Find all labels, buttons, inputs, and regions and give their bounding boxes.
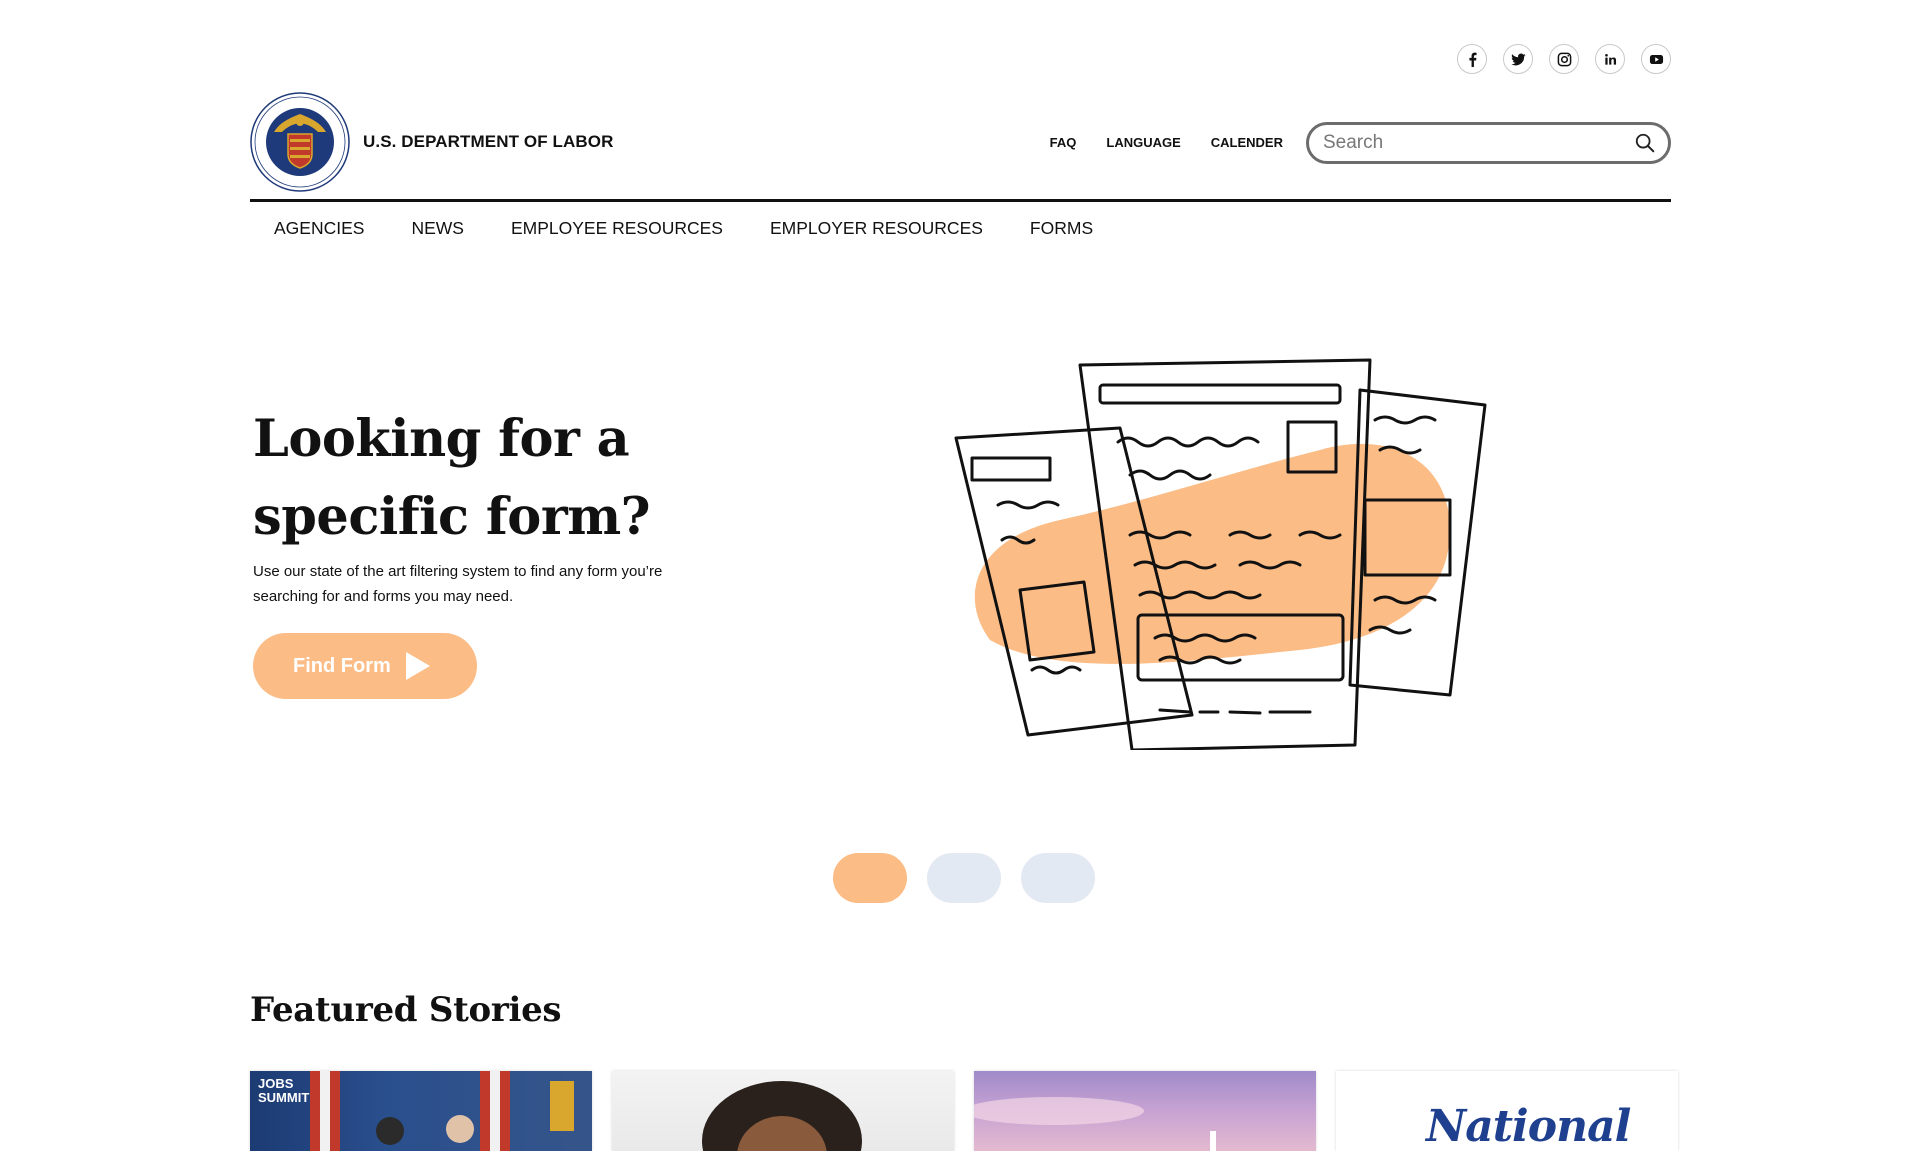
language-link[interactable]: LANGUAGE [1106, 135, 1180, 150]
national-logo: National [1426, 1101, 1631, 1151]
utility-links: FAQ LANGUAGE CALENDER [1050, 135, 1283, 150]
find-form-button[interactable]: Find Form [253, 633, 477, 699]
find-form-label: Find Form [293, 654, 391, 677]
nav-agencies[interactable]: AGENCIES [274, 218, 364, 239]
carousel-dot-1[interactable] [833, 853, 907, 903]
play-arrow-icon [405, 652, 430, 680]
portrait-photo [702, 1081, 862, 1151]
story-card-portrait[interactable] [612, 1071, 954, 1151]
nav-forms[interactable]: FORMS [1030, 218, 1093, 239]
story-card-sunset[interactable] [974, 1071, 1316, 1151]
site-header: U.S. DEPARTMENT OF LABOR FAQ LANGUAGE CA… [250, 92, 1671, 196]
faq-link[interactable]: FAQ [1050, 135, 1077, 150]
sunset-photo [974, 1097, 1216, 1151]
facebook-icon[interactable] [1457, 44, 1487, 74]
search-input[interactable] [1321, 131, 1634, 155]
instagram-icon[interactable] [1549, 44, 1579, 74]
department-seal-logo[interactable] [250, 92, 350, 192]
nav-employer-resources[interactable]: EMPLOYER RESOURCES [770, 218, 983, 239]
site-title[interactable]: U.S. DEPARTMENT OF LABOR [363, 132, 613, 152]
linkedin-icon[interactable] [1595, 44, 1625, 74]
flags-photo [310, 1071, 574, 1151]
forms-illustration [954, 358, 1487, 750]
carousel-dot-3[interactable] [1021, 853, 1095, 903]
social-links [1457, 44, 1671, 74]
featured-cards: JOBS SUMMIT National [250, 1071, 1678, 1151]
hero-description: Use our state of the art filtering syste… [253, 563, 663, 605]
featured-stories-heading: Featured Stories [250, 990, 562, 1030]
carousel-dot-2[interactable] [927, 853, 1001, 903]
twitter-icon[interactable] [1503, 44, 1533, 74]
youtube-icon[interactable] [1641, 44, 1671, 74]
main-nav: AGENCIES NEWS EMPLOYEE RESOURCES EMPLOYE… [274, 218, 1093, 239]
nav-employee-resources[interactable]: EMPLOYEE RESOURCES [511, 218, 723, 239]
hero-title: Looking for a specific form? [253, 409, 651, 547]
story-card-national[interactable]: National [1336, 1071, 1678, 1151]
search-box [1306, 122, 1671, 164]
nav-news[interactable]: NEWS [411, 218, 464, 239]
calendar-link[interactable]: CALENDER [1211, 135, 1283, 150]
carousel-indicators [833, 853, 1095, 903]
header-divider [250, 199, 1671, 202]
search-icon[interactable] [1634, 132, 1656, 154]
story-card-jobs-summit[interactable]: JOBS SUMMIT [250, 1071, 592, 1151]
